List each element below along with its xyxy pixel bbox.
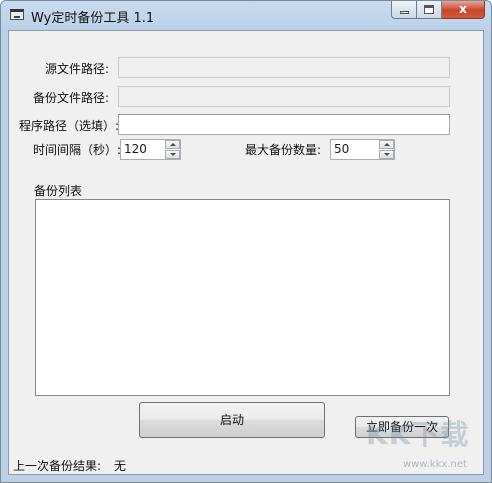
backup-list-label: 备份列表 xyxy=(34,184,83,198)
app-window-icon[interactable] xyxy=(10,9,24,20)
program-path-label: 程序路径（选填）: xyxy=(19,119,120,133)
app-window: Wy定时备份工具 1.1 x 源文件路径: 备份文件路径: 程序路径（选填）: … xyxy=(0,0,492,483)
source-path-input[interactable] xyxy=(118,57,450,78)
max-backups-spinner[interactable]: 50 xyxy=(330,139,395,160)
max-backups-spin-buttons xyxy=(379,140,394,159)
interval-spin-buttons xyxy=(165,140,180,159)
backup-list[interactable] xyxy=(35,199,450,396)
minimize-button[interactable] xyxy=(391,1,417,19)
max-backups-label: 最大备份数量: xyxy=(245,143,322,157)
minimize-icon xyxy=(400,11,409,14)
program-path-input[interactable] xyxy=(118,114,450,135)
watermark-logo: KK下载 xyxy=(366,418,470,451)
interval-increment-button[interactable] xyxy=(165,140,180,149)
interval-spinner[interactable]: 120 xyxy=(120,139,181,160)
interval-value[interactable]: 120 xyxy=(124,142,147,156)
window-title: Wy定时备份工具 1.1 xyxy=(31,11,155,26)
backup-path-label: 备份文件路径: xyxy=(33,91,110,105)
maximize-button[interactable] xyxy=(417,1,442,19)
max-backups-value[interactable]: 50 xyxy=(334,142,349,156)
last-result-label: 上一次备份结果: xyxy=(13,459,102,473)
max-backups-increment-button[interactable] xyxy=(379,140,394,149)
last-result-value: 无 xyxy=(114,459,127,473)
start-button[interactable]: 启动 xyxy=(139,402,325,438)
source-path-label: 源文件路径: xyxy=(45,62,110,76)
close-button[interactable]: x xyxy=(442,1,485,19)
close-icon: x xyxy=(459,2,467,16)
backup-path-input[interactable] xyxy=(118,86,450,107)
max-backups-decrement-button[interactable] xyxy=(379,150,394,159)
form-client-area: 源文件路径: 备份文件路径: 程序路径（选填）: 时间间隔（秒）: 120 最大… xyxy=(8,30,484,475)
watermark-url: www.kkx.net xyxy=(403,459,467,470)
title-bar[interactable]: Wy定时备份工具 1.1 x xyxy=(1,1,491,30)
maximize-icon xyxy=(424,5,434,14)
interval-decrement-button[interactable] xyxy=(165,150,180,159)
caption-buttons: x xyxy=(391,1,485,19)
interval-label: 时间间隔（秒）: xyxy=(33,143,122,157)
